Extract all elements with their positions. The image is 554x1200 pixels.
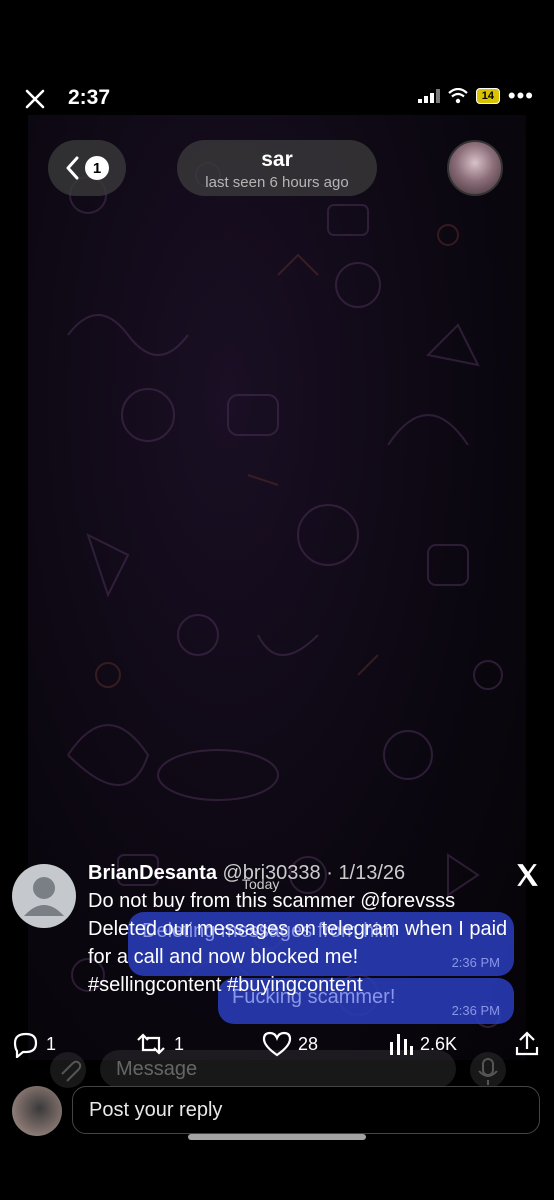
repost-icon xyxy=(137,1033,165,1055)
tweet-avatar[interactable] xyxy=(12,864,76,928)
repost-count: 1 xyxy=(174,1033,185,1054)
heart-icon xyxy=(262,1031,292,1057)
battery-icon: 14 xyxy=(475,88,500,104)
contact-avatar[interactable] xyxy=(447,140,503,196)
reply-icon xyxy=(13,1032,38,1058)
views-button[interactable]: 2.6K xyxy=(388,1030,457,1058)
back-button[interactable]: 1 xyxy=(48,140,126,196)
analytics-icon xyxy=(390,1034,413,1055)
last-seen: last seen 6 hours ago xyxy=(205,174,349,191)
more-icon[interactable]: ••• xyxy=(508,85,534,107)
x-logo-icon xyxy=(517,864,538,886)
tweet-text-line: Deleted our messages on telegram when I … xyxy=(88,918,508,940)
tweet-text-line: for a call and now blocked me! xyxy=(88,946,359,968)
close-icon[interactable] xyxy=(24,88,46,110)
reply-button[interactable]: 1 xyxy=(12,1030,56,1058)
like-count: 28 xyxy=(298,1033,319,1054)
unread-badge: 1 xyxy=(85,156,109,180)
tweet-display-name[interactable]: BrianDesanta xyxy=(88,862,217,884)
home-indicator xyxy=(188,1134,366,1140)
tweet-handle[interactable]: @bri30338 xyxy=(223,862,321,884)
status-time: 2:37 xyxy=(68,86,111,109)
tweet-header: BrianDesanta @bri30338 · 1/13/26 xyxy=(88,862,406,884)
like-button[interactable]: 28 xyxy=(262,1030,318,1058)
tweet-text-line: #sellingcontent #buyingcontent xyxy=(88,974,363,996)
tweet-date: 1/13/26 xyxy=(338,862,406,884)
wifi-icon xyxy=(448,88,468,104)
tweet-text-line: Do not buy from this scammer @forevsss xyxy=(88,890,456,912)
status-icons: 14 ••• xyxy=(417,85,534,107)
repost-button[interactable]: 1 xyxy=(134,1030,184,1058)
signal-icon xyxy=(417,89,440,103)
contact-name: sar xyxy=(261,148,293,171)
chat-title[interactable]: sar last seen 6 hours ago xyxy=(177,140,377,196)
chevron-left-icon xyxy=(66,156,79,180)
share-button[interactable] xyxy=(514,1030,540,1058)
reply-count: 1 xyxy=(46,1033,57,1054)
tweet-actions: 1 1 28 2.6K xyxy=(0,1030,554,1066)
reply-input[interactable]: Post your reply xyxy=(72,1086,540,1134)
message-time: 2:36 PM xyxy=(451,1003,500,1018)
view-count: 2.6K xyxy=(420,1033,458,1054)
user-avatar xyxy=(12,1086,62,1136)
default-avatar-icon xyxy=(24,877,64,916)
message-time: 2:36 PM xyxy=(451,955,500,970)
share-icon xyxy=(515,1031,539,1056)
